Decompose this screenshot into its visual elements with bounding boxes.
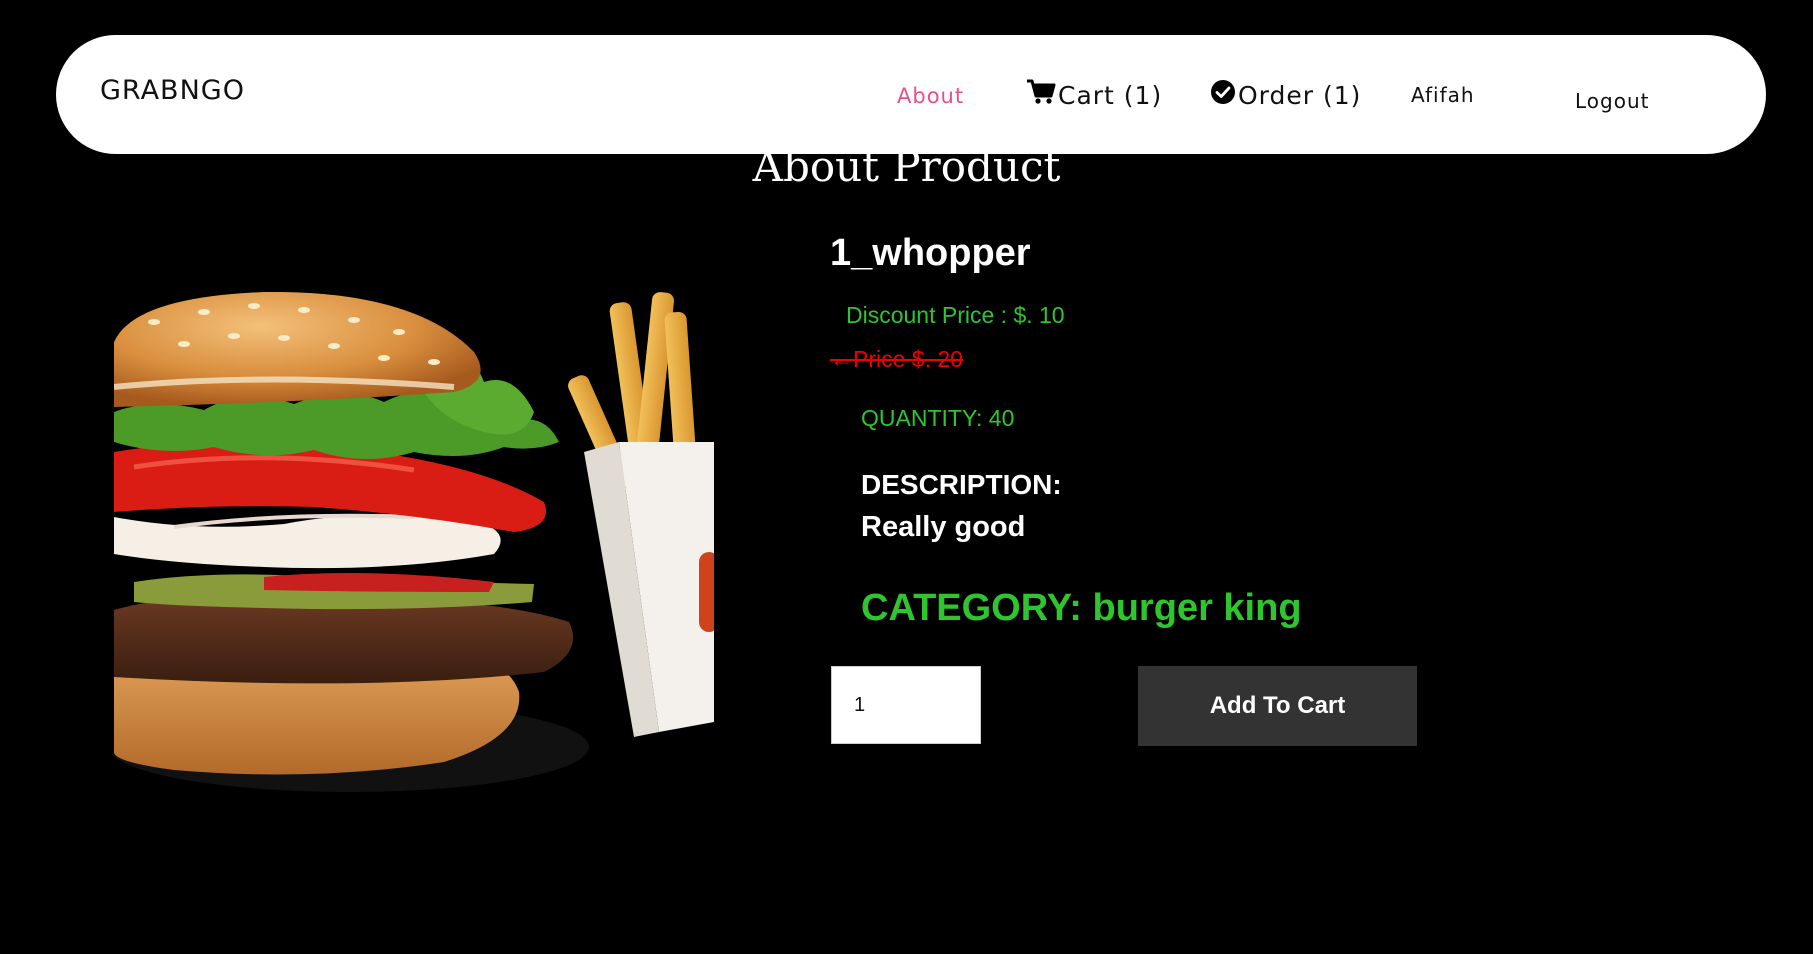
description-label: DESCRIPTION: <box>861 469 1062 500</box>
original-price-text: Price $. 20 <box>853 346 963 372</box>
product-name: 1_whopper <box>830 232 1031 274</box>
nav-order-label: Order (1) <box>1238 80 1362 110</box>
page-title: About Product <box>752 142 1061 191</box>
nav-order-link[interactable]: Order (1) <box>1210 79 1361 111</box>
nav-cart-link[interactable]: Cart (1) <box>1026 79 1162 111</box>
arrow-left-icon: ← <box>830 346 853 372</box>
fries <box>568 292 714 737</box>
cart-icon <box>1026 79 1058 111</box>
nav-cart-label: Cart (1) <box>1058 80 1163 110</box>
check-circle-icon <box>1210 79 1238 111</box>
original-price: ←Price $. 20 <box>830 346 963 373</box>
description-text: Really good <box>861 511 1026 543</box>
discount-price: Discount Price : $. 10 <box>846 302 1065 328</box>
nav-logout-link[interactable]: Logout <box>1575 89 1649 113</box>
navbar: GRABNGO About Cart (1) Order (1) Afifah … <box>56 35 1766 154</box>
add-to-cart-button[interactable]: Add To Cart <box>1138 666 1417 746</box>
product-image <box>114 292 714 794</box>
quantity-input[interactable] <box>831 666 981 744</box>
nav-user-link[interactable]: Afifah <box>1411 83 1475 107</box>
page: GRABNGO About Cart (1) Order (1) Afifah … <box>0 0 1813 954</box>
nav-about-label: About <box>897 84 965 108</box>
product-category: CATEGORY: burger king <box>861 587 1302 629</box>
nav-about-link[interactable]: About <box>897 84 964 108</box>
nav-user-label: Afifah <box>1411 83 1475 107</box>
brand-logo[interactable]: GRABNGO <box>100 75 245 106</box>
stock-quantity: QUANTITY: 40 <box>861 405 1015 431</box>
nav-logout-label: Logout <box>1575 89 1650 113</box>
